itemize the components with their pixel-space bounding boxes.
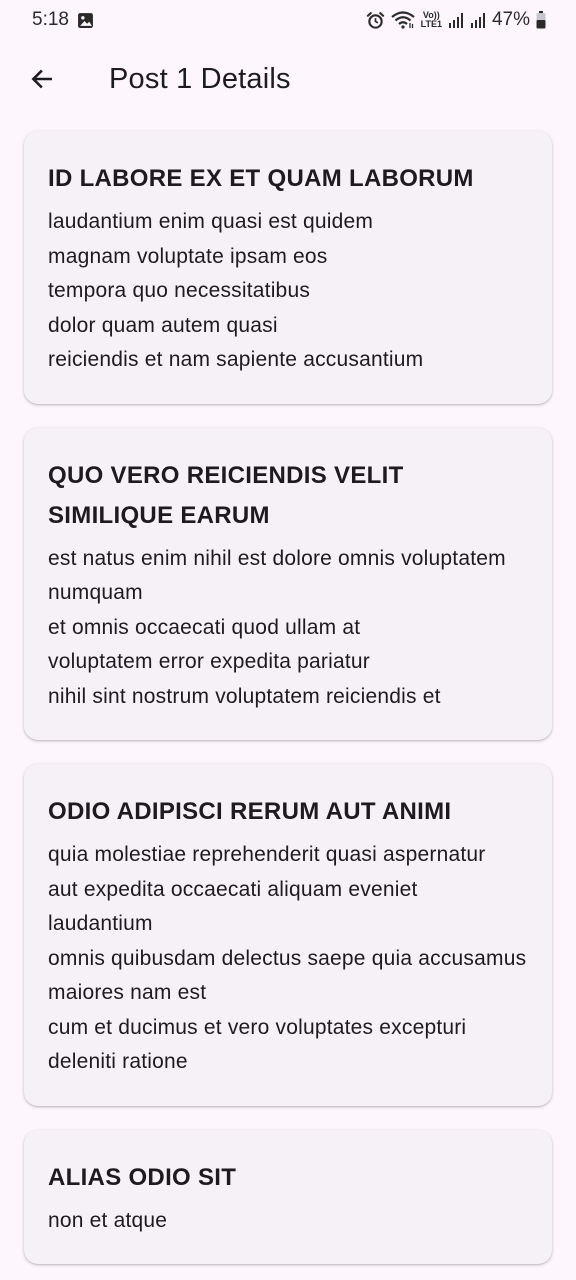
comment-card: QUO VERO REICIENDIS VELIT SIMILIQUE EARU… bbox=[24, 427, 552, 740]
comment-title: ALIAS ODIO SIT bbox=[48, 1163, 237, 1191]
gallery-notification-icon bbox=[77, 12, 94, 29]
status-left: 5:18 bbox=[32, 9, 94, 31]
volte-icon: Vo)) LTE1 bbox=[421, 11, 442, 29]
status-right: Vo)) LTE1 47% bbox=[366, 9, 546, 31]
comment-title: QUO VERO REICIENDIS VELIT SIMILIQUE EARU… bbox=[48, 461, 404, 529]
comment-card: ID LABORE EX ET QUAM LABORUM laudantium … bbox=[24, 131, 552, 404]
app-bar: Post 1 Details bbox=[0, 40, 576, 118]
status-bar: 5:18 Vo)) LTE1 47% bbox=[0, 0, 576, 40]
comment-body: est natus enim nihil est dolore omnis vo… bbox=[48, 546, 506, 708]
page-title: Post 1 Details bbox=[109, 62, 291, 95]
comment-title: ODIO ADIPISCI RERUM AUT ANIMI bbox=[48, 798, 452, 825]
arrow-back-icon bbox=[31, 69, 52, 89]
battery-icon bbox=[536, 11, 546, 29]
comment-body: laudantium enim quasi est quidem magnam … bbox=[48, 210, 424, 371]
comment-card: ALIAS ODIO SIT non et atque bbox=[24, 1129, 552, 1264]
signal-icon-sim2 bbox=[470, 12, 486, 29]
comment-body: quia molestiae reprehenderit quasi asper… bbox=[48, 843, 527, 1073]
comment-title: ID LABORE EX ET QUAM LABORUM bbox=[48, 165, 474, 192]
comment-card: ODIO ADIPISCI RERUM AUT ANIMI quia moles… bbox=[24, 764, 552, 1106]
alarm-icon bbox=[366, 11, 385, 30]
comments-list[interactable]: ID LABORE EX ET QUAM LABORUM laudantium … bbox=[24, 131, 552, 1280]
battery-percent: 47% bbox=[491, 9, 530, 30]
wifi-icon bbox=[390, 11, 415, 29]
comment-body: non et atque bbox=[48, 1208, 168, 1232]
signal-icon-sim1 bbox=[448, 12, 464, 29]
back-button[interactable] bbox=[28, 65, 56, 93]
post-details-screen: 5:18 Vo)) LTE1 47% Post 1 Details ID LAB… bbox=[0, 0, 576, 1280]
status-time: 5:18 bbox=[32, 9, 69, 30]
volte-bottom-label: LTE1 bbox=[420, 19, 442, 29]
